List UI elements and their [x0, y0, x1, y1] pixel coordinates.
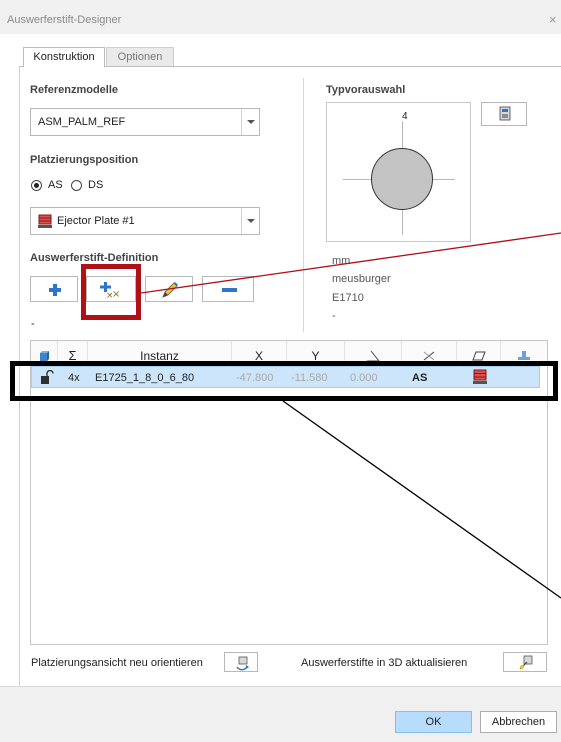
table-header: Σ Instanz X Y	[31, 341, 547, 365]
update-3d-button[interactable]	[503, 652, 547, 672]
column-count[interactable]: Σ	[58, 341, 88, 365]
column-plate[interactable]	[457, 341, 501, 365]
row-count: 4x	[68, 372, 80, 384]
radio-as-label: AS	[48, 179, 63, 191]
dialog-footer	[0, 686, 561, 742]
svg-text:×: ×	[106, 291, 114, 299]
ejector-plate-select[interactable]: Ejector Plate #1	[30, 207, 260, 235]
title-bar: Auswerferstift-Designer ×	[0, 0, 561, 34]
type-code: E1710	[332, 292, 364, 304]
pattern-plus-icon: × ×	[100, 282, 120, 299]
type-manufacturer: meusburger	[332, 273, 391, 285]
column-instance[interactable]: Instanz	[88, 341, 232, 365]
add-pin-pattern-button[interactable]: × ×	[86, 276, 136, 302]
reorient-button[interactable]	[224, 652, 258, 672]
assembly-icon	[518, 351, 530, 360]
type-preview: 4	[326, 102, 471, 242]
radio-ds[interactable]	[71, 180, 82, 191]
definition-status: -	[31, 318, 35, 330]
column-angle[interactable]	[345, 341, 402, 365]
row-instance: E1725_1_8_0_6_80	[95, 372, 195, 384]
unlock-icon[interactable]	[40, 370, 54, 385]
pin-instance-table: Σ Instanz X Y 4x E1725_1_8_0_6_80 -47.80…	[30, 340, 548, 645]
column-y[interactable]: Y	[287, 341, 345, 365]
ejector-plate-icon[interactable]	[472, 369, 488, 385]
edit-pin-button[interactable]	[145, 276, 193, 302]
definition-label: Auswerferstift-Definition	[30, 252, 159, 264]
column-side[interactable]	[402, 341, 457, 365]
platzierungsposition-label: Platzierungsposition	[30, 154, 139, 166]
type-unit: mm	[332, 255, 351, 267]
typvorauswahl-label: Typvorauswahl	[326, 84, 406, 96]
type-extra: -	[332, 310, 336, 322]
column-x[interactable]: X	[232, 341, 287, 365]
radio-ds-label: DS	[88, 179, 104, 191]
ejector-plate-value: Ejector Plate #1	[57, 215, 135, 227]
remove-pin-button[interactable]	[202, 276, 254, 302]
row-angle[interactable]: 0.000	[350, 372, 378, 384]
tab-konstruktion[interactable]: Konstruktion	[23, 47, 105, 67]
row-y[interactable]: -11.580	[291, 372, 328, 384]
ejector-plate-icon	[38, 214, 52, 228]
row-side[interactable]: AS	[412, 372, 427, 384]
window-title: Auswerferstift-Designer	[7, 14, 122, 26]
close-icon[interactable]: ×	[549, 12, 557, 27]
type-select-button[interactable]	[481, 102, 527, 126]
radio-as[interactable]	[31, 180, 42, 191]
pencil-icon	[162, 282, 178, 298]
referenzmodelle-label: Referenzmodelle	[30, 84, 119, 96]
column-layer[interactable]	[31, 341, 58, 365]
reorient-label: Platzierungsansicht neu orientieren	[31, 657, 203, 669]
ok-button[interactable]: OK	[395, 711, 472, 733]
chevron-down-icon[interactable]	[241, 208, 259, 234]
chevron-down-icon[interactable]	[241, 109, 259, 135]
row-x[interactable]: -47.800	[236, 372, 273, 384]
direction-icon	[423, 351, 435, 361]
tab-optionen[interactable]: Optionen	[106, 47, 174, 67]
angle-icon	[367, 350, 381, 362]
column-assembly[interactable]	[501, 341, 547, 365]
referenzmodelle-select[interactable]: ASM_PALM_REF	[30, 108, 260, 136]
minus-icon	[222, 288, 237, 292]
reorient-icon	[236, 656, 249, 671]
add-pin-button[interactable]	[30, 276, 78, 302]
table-row[interactable]: 4x E1725_1_8_0_6_80 -47.800 -11.580 0.00…	[31, 366, 540, 388]
pin-cross-section	[371, 148, 433, 210]
cancel-button[interactable]: Abbrechen	[480, 711, 557, 733]
update-3d-icon	[519, 655, 533, 670]
column-divider	[303, 78, 304, 332]
plane-icon	[471, 351, 486, 361]
update-3d-label: Auswerferstifte in 3D aktualisieren	[301, 657, 468, 669]
layer-icon	[40, 351, 49, 361]
catalog-icon	[499, 106, 511, 121]
referenzmodelle-value: ASM_PALM_REF	[38, 116, 126, 128]
